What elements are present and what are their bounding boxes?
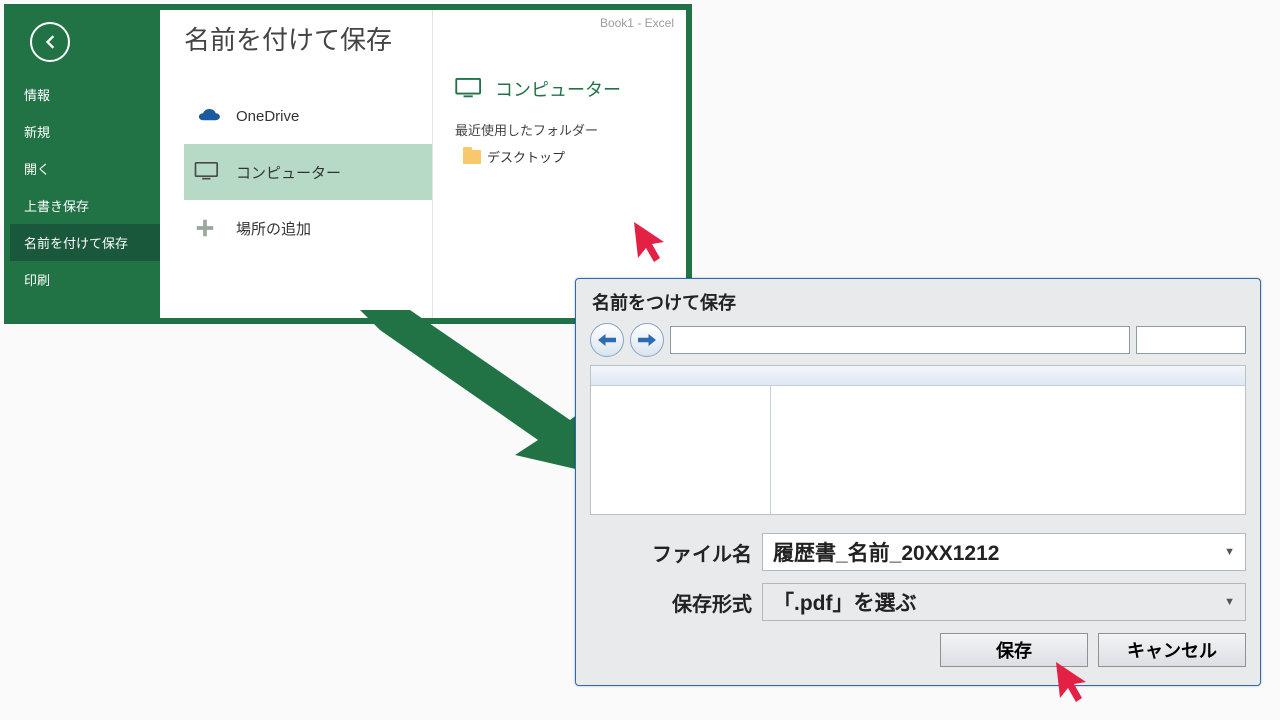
filetype-value: 「.pdf」を選ぶ [773, 587, 916, 617]
sidebar-item-new[interactable]: 新規 [10, 113, 160, 150]
nav-back-button[interactable] [590, 323, 624, 357]
filename-value: 履歴書_名前_20XX1212 [773, 537, 999, 567]
search-box[interactable] [1136, 326, 1246, 354]
recent-folders-heading: 最近使用したフォルダー [455, 120, 686, 139]
flow-arrow [340, 310, 600, 480]
location-computer-label: コンピューター [236, 162, 341, 183]
back-arrow-icon [40, 32, 60, 52]
folder-icon [463, 150, 481, 164]
file-browser-nav-pane[interactable] [591, 386, 771, 514]
sidebar-item-save[interactable]: 上書き保存 [10, 187, 160, 224]
sidebar-item-open[interactable]: 開く [10, 150, 160, 187]
sidebar-item-info[interactable]: 情報 [10, 76, 160, 113]
location-add-place-label: 場所の追加 [236, 218, 311, 239]
address-bar[interactable] [670, 326, 1130, 354]
arrow-left-icon [598, 333, 616, 347]
excel-backstage-window: 情報 新規 開く 上書き保存 名前を付けて保存 印刷 Book1 - Excel… [4, 4, 692, 324]
computer-heading: コンピューター [455, 76, 686, 102]
dialog-nav-row [590, 323, 1246, 357]
location-add-place[interactable]: 場所の追加 [184, 200, 432, 256]
location-onedrive[interactable]: OneDrive [184, 88, 432, 144]
cancel-button[interactable]: キャンセル [1098, 633, 1246, 667]
dialog-title: 名前をつけて保存 [590, 287, 1246, 323]
onedrive-icon [194, 105, 222, 127]
recent-folders-column: コンピューター 最近使用したフォルダー デスクトップ [432, 10, 686, 318]
file-browser-content-pane[interactable] [771, 386, 1245, 514]
file-browser[interactable] [590, 365, 1246, 515]
nav-forward-button[interactable] [630, 323, 664, 357]
recent-folder-item[interactable]: デスクトップ [455, 145, 686, 168]
app-title: Book1 - Excel [600, 16, 674, 30]
page-title: 名前を付けて保存 [184, 20, 392, 57]
filename-field[interactable]: 履歴書_名前_20XX1212 ▼ [762, 533, 1246, 571]
dropdown-arrow-icon: ▼ [1224, 596, 1235, 608]
recent-folder-label: デスクトップ [487, 147, 565, 166]
filetype-label: 保存形式 [590, 588, 752, 617]
filetype-field[interactable]: 「.pdf」を選ぶ ▼ [762, 583, 1246, 621]
sidebar-item-save-as[interactable]: 名前を付けて保存 [10, 224, 160, 261]
back-button[interactable] [30, 22, 70, 62]
computer-icon [455, 78, 485, 100]
sidebar-item-print[interactable]: 印刷 [10, 261, 160, 298]
arrow-right-icon [638, 333, 656, 347]
save-as-dialog: 名前をつけて保存 ファイル名 履歴書_名前_20XX1212 ▼ 保存形式 「.… [575, 278, 1261, 686]
file-browser-header [591, 366, 1245, 386]
dropdown-arrow-icon: ▼ [1224, 546, 1235, 558]
backstage-sidebar: 情報 新規 開く 上書き保存 名前を付けて保存 印刷 [10, 10, 160, 318]
computer-heading-label: コンピューター [495, 76, 621, 102]
filename-label: ファイル名 [590, 538, 752, 567]
location-onedrive-label: OneDrive [236, 108, 299, 125]
computer-icon [194, 161, 222, 183]
location-computer[interactable]: コンピューター [184, 144, 432, 200]
add-place-icon [194, 217, 222, 239]
save-button[interactable]: 保存 [940, 633, 1088, 667]
